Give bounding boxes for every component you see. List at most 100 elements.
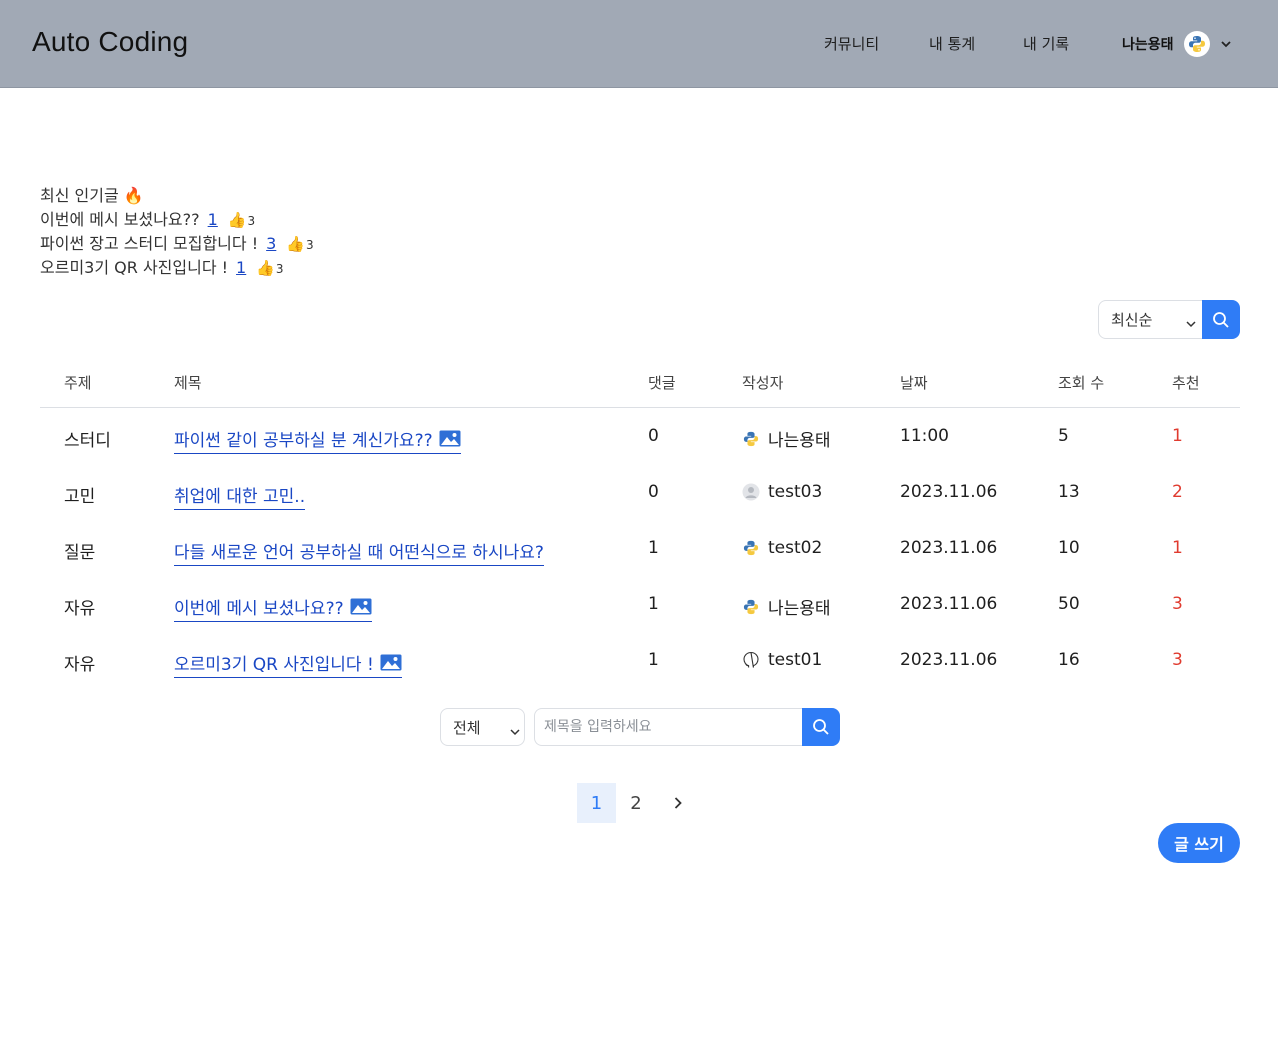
row-recommend: 1 bbox=[1172, 538, 1183, 558]
chevron-down-icon bbox=[1186, 313, 1196, 332]
row-comments: 1 bbox=[648, 594, 659, 614]
header-date: 날짜 bbox=[900, 374, 928, 392]
row-comments: 1 bbox=[648, 538, 659, 558]
row-author[interactable]: test03 bbox=[742, 482, 822, 502]
image-icon bbox=[380, 654, 402, 671]
write-post-button[interactable]: 글 쓰기 bbox=[1158, 823, 1240, 863]
row-comments: 0 bbox=[648, 482, 659, 502]
chevron-right-icon bbox=[674, 797, 682, 809]
search-icon bbox=[1213, 311, 1229, 328]
popular-posts: 최신 인기글 🔥 이번에 메시 보셨나요?? 1 👍3 파이썬 장고 스터디 모집합… bbox=[40, 184, 314, 280]
row-author[interactable]: 나는용태 bbox=[742, 594, 831, 619]
row-author[interactable]: 나는용태 bbox=[742, 426, 831, 451]
row-title: 취업에 대한 고민.. bbox=[174, 487, 306, 507]
popular-item-title[interactable]: 파이썬 장고 스터디 모집합니다 ! bbox=[40, 234, 258, 253]
python-icon bbox=[742, 539, 760, 557]
popular-item-comment-count[interactable]: 1 bbox=[236, 258, 246, 277]
sort-search-button[interactable] bbox=[1202, 300, 1240, 339]
header-author: 작성자 bbox=[742, 374, 784, 392]
page-2-button[interactable]: 2 bbox=[616, 783, 656, 823]
row-topic: 고민 bbox=[64, 487, 96, 507]
top-navbar: Auto Coding 커뮤니티 내 통계 내 기록 나는용태 bbox=[0, 0, 1278, 88]
python-icon bbox=[1183, 31, 1210, 57]
row-recommend: 1 bbox=[1172, 426, 1183, 446]
table-row: 스터디 파이썬 같이 공부하실 분 계신가요?? 0 나는용태 11:00 5 … bbox=[40, 408, 1240, 464]
row-views: 10 bbox=[1058, 538, 1080, 558]
search-input[interactable] bbox=[534, 708, 804, 746]
sort-select-value: 최신순 bbox=[1111, 311, 1153, 329]
python-icon bbox=[742, 598, 760, 616]
row-date: 2023.11.06 bbox=[900, 594, 998, 614]
row-author-name: test01 bbox=[768, 650, 823, 670]
row-recommend: 3 bbox=[1172, 650, 1183, 670]
header-recommend: 추천 bbox=[1172, 374, 1200, 392]
popular-heading: 최신 인기글 🔥 bbox=[40, 184, 314, 208]
table-row: 고민 취업에 대한 고민.. 0 test03 2023.11.06 13 2 bbox=[40, 464, 1240, 520]
nav-my-stats[interactable]: 내 통계 bbox=[929, 33, 975, 54]
image-icon bbox=[350, 598, 372, 615]
row-views: 5 bbox=[1058, 426, 1069, 446]
brand-logo[interactable]: Auto Coding bbox=[32, 26, 188, 58]
row-date: 11:00 bbox=[900, 426, 949, 446]
user-menu[interactable]: 나는용태 bbox=[1122, 30, 1232, 58]
popular-item[interactable]: 파이썬 장고 스터디 모집합니다 ! 3 👍3 bbox=[40, 232, 314, 256]
row-title: 다들 새로운 언어 공부하실 때 어떤식으로 하시나요? bbox=[174, 543, 544, 563]
next-page-button[interactable] bbox=[656, 783, 700, 823]
image-icon bbox=[439, 430, 461, 447]
row-author[interactable]: test02 bbox=[742, 538, 822, 558]
row-comments: 0 bbox=[648, 426, 659, 446]
row-author[interactable]: test01 bbox=[742, 650, 822, 670]
category-select-value: 전체 bbox=[453, 718, 481, 737]
row-author-name: 나는용태 bbox=[768, 599, 831, 619]
nav-community[interactable]: 커뮤니티 bbox=[824, 33, 879, 54]
pagination: 1 2 bbox=[577, 783, 700, 823]
row-title-link[interactable]: 파이썬 같이 공부하실 분 계신가요?? bbox=[174, 426, 461, 454]
row-views: 50 bbox=[1058, 594, 1080, 614]
table-row: 자유 이번에 메시 보셨나요?? 1 나는용태 2023.11.06 50 3 bbox=[40, 576, 1240, 632]
default-user-icon bbox=[742, 483, 760, 501]
row-title-link[interactable]: 오르미3기 QR 사진입니다 ! bbox=[174, 650, 402, 678]
row-title: 이번에 메시 보셨나요?? bbox=[174, 599, 344, 619]
sort-control: 최신순 bbox=[1098, 300, 1240, 339]
row-title: 파이썬 같이 공부하실 분 계신가요?? bbox=[174, 431, 433, 451]
row-date: 2023.11.06 bbox=[900, 538, 998, 558]
popular-item-comment-count[interactable]: 3 bbox=[266, 234, 276, 253]
row-recommend: 3 bbox=[1172, 594, 1183, 614]
popular-item-likes: 3 bbox=[247, 214, 256, 228]
row-date: 2023.11.06 bbox=[900, 482, 998, 502]
popular-item-comment-count[interactable]: 1 bbox=[208, 210, 218, 229]
header-views: 조회 수 bbox=[1058, 374, 1105, 392]
row-date: 2023.11.06 bbox=[900, 650, 998, 670]
row-title-link[interactable]: 다들 새로운 언어 공부하실 때 어떤식으로 하시나요? bbox=[174, 538, 544, 566]
thumbs-up-icon: 👍 bbox=[256, 259, 275, 277]
thumbs-up-icon: 👍 bbox=[286, 235, 305, 253]
row-author-name: test02 bbox=[768, 538, 823, 558]
search-button[interactable] bbox=[802, 708, 840, 746]
popular-item[interactable]: 오르미3기 QR 사진입니다 ! 1 👍3 bbox=[40, 256, 314, 280]
popular-item[interactable]: 이번에 메시 보셨나요?? 1 👍3 bbox=[40, 208, 314, 232]
chevron-down-icon bbox=[510, 721, 520, 740]
row-author-name: 나는용태 bbox=[768, 431, 831, 451]
row-title-link[interactable]: 이번에 메시 보셨나요?? bbox=[174, 594, 372, 622]
row-title-link[interactable]: 취업에 대한 고민.. bbox=[174, 482, 306, 510]
search-icon bbox=[813, 719, 829, 735]
github-icon bbox=[742, 651, 760, 669]
row-author-name: test03 bbox=[768, 482, 823, 502]
page-1-button[interactable]: 1 bbox=[577, 783, 616, 823]
table-header: 주제 제목 댓글 작성자 날짜 조회 수 추천 bbox=[40, 358, 1240, 408]
header-title: 제목 bbox=[174, 374, 202, 392]
row-comments: 1 bbox=[648, 650, 659, 670]
popular-item-title[interactable]: 오르미3기 QR 사진입니다 ! bbox=[40, 258, 228, 277]
table-row: 자유 오르미3기 QR 사진입니다 ! 1 test01 2023.11.06 … bbox=[40, 632, 1240, 688]
python-icon bbox=[742, 430, 760, 448]
table-row: 질문 다들 새로운 언어 공부하실 때 어떤식으로 하시나요? 1 test02… bbox=[40, 520, 1240, 576]
popular-item-title[interactable]: 이번에 메시 보셨나요?? bbox=[40, 210, 200, 229]
fire-icon: 🔥 bbox=[123, 186, 144, 205]
chevron-down-icon[interactable] bbox=[1220, 38, 1232, 50]
post-table: 주제 제목 댓글 작성자 날짜 조회 수 추천 스터디 파이썬 같이 공부하실 … bbox=[40, 358, 1240, 678]
nav-my-records[interactable]: 내 기록 bbox=[1023, 33, 1069, 54]
search-bar: 전체 bbox=[440, 708, 840, 746]
row-title: 오르미3기 QR 사진입니다 ! bbox=[174, 655, 374, 675]
row-recommend: 2 bbox=[1172, 482, 1183, 502]
popular-item-likes: 3 bbox=[275, 262, 284, 276]
